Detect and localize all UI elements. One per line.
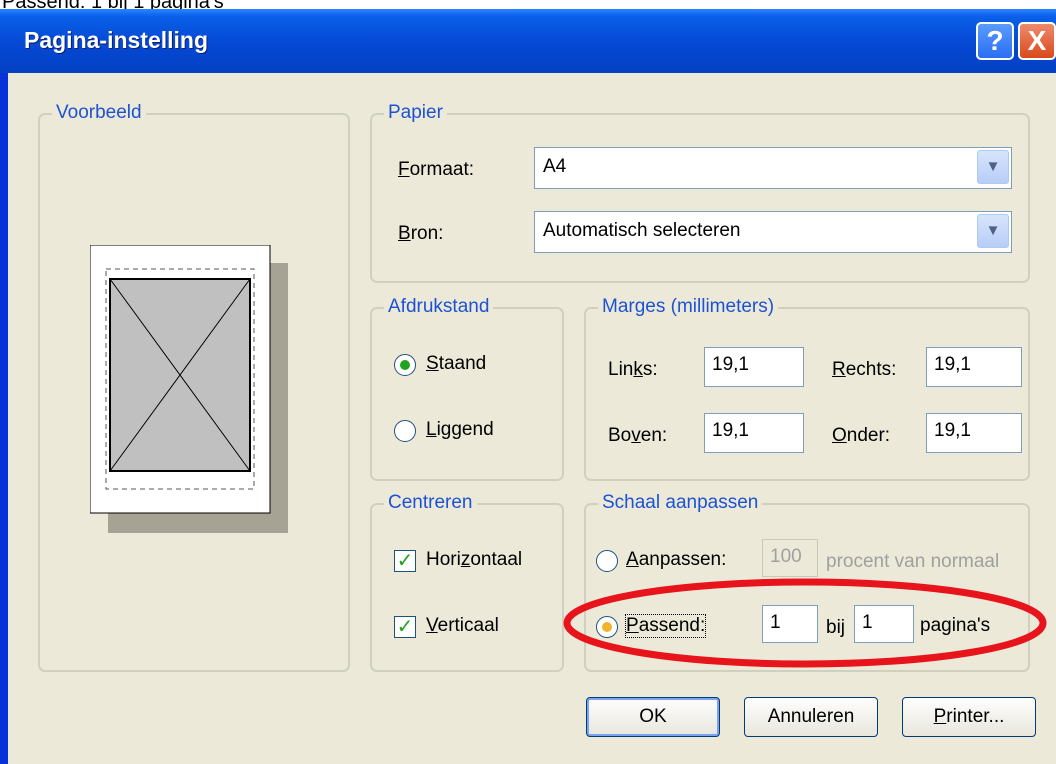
source-value: Automatisch selecteren bbox=[543, 220, 741, 241]
margin-bottom-label: Onder: bbox=[832, 425, 891, 446]
adjust-label[interactable]: Aanpassen: bbox=[626, 549, 726, 571]
center-group: Centreren ✓ Horizontaal ✓ Verticaal bbox=[370, 492, 564, 672]
preview-group: Voorbeeld bbox=[38, 102, 350, 672]
chevron-down-icon[interactable]: ▼ bbox=[977, 214, 1009, 248]
vertical-checkbox[interactable]: ✓ bbox=[394, 616, 416, 638]
margin-top-label: Boven: bbox=[608, 425, 668, 446]
horizontal-label[interactable]: Horizontaal bbox=[426, 549, 522, 571]
orientation-legend: Afdrukstand bbox=[384, 296, 494, 318]
portrait-label[interactable]: Staand bbox=[426, 353, 486, 375]
landscape-label[interactable]: Liggend bbox=[426, 419, 494, 441]
close-x-icon: X bbox=[1027, 25, 1047, 56]
dialog-title: Pagina-instelling bbox=[24, 27, 209, 53]
margin-top-input[interactable]: 19,1 bbox=[704, 413, 804, 453]
vertical-label[interactable]: Verticaal bbox=[426, 615, 499, 637]
margins-group: Marges (millimeters) Links: 19,1 Rechts:… bbox=[584, 296, 1030, 481]
title-bar[interactable]: Pagina-instelling ? X bbox=[0, 9, 1056, 73]
margin-left-input[interactable]: 19,1 bbox=[704, 347, 804, 387]
margin-bottom-input[interactable]: 19,1 bbox=[926, 413, 1022, 453]
scale-legend: Schaal aanpassen bbox=[598, 492, 763, 514]
adjust-radio[interactable] bbox=[596, 550, 618, 572]
adjust-suffix: procent van normaal bbox=[826, 551, 1000, 572]
printer-button[interactable]: Printer... bbox=[902, 697, 1036, 737]
preview-legend: Voorbeeld bbox=[52, 102, 146, 124]
question-icon: ? bbox=[986, 25, 1004, 56]
chevron-down-icon[interactable]: ▼ bbox=[977, 150, 1009, 184]
cancel-button[interactable]: Annuleren bbox=[744, 697, 878, 737]
margin-left-label: Links: bbox=[608, 359, 658, 380]
ok-button[interactable]: OK bbox=[586, 697, 720, 737]
adjust-percent-input[interactable]: 100 bbox=[762, 539, 818, 577]
source-select[interactable]: Automatisch selecteren ▼ bbox=[534, 211, 1012, 253]
source-label: Bron: bbox=[398, 223, 444, 244]
format-value: A4 bbox=[543, 156, 567, 177]
highlight-ellipse bbox=[563, 578, 1047, 668]
close-button[interactable]: X bbox=[1018, 22, 1056, 60]
format-label: Formaat: bbox=[398, 159, 475, 180]
margin-right-label: Rechts: bbox=[832, 359, 897, 380]
horizontal-checkbox[interactable]: ✓ bbox=[394, 550, 416, 572]
page-setup-dialog: Pagina-instelling ? X Voorbeeld Papier F… bbox=[0, 9, 1056, 764]
margins-legend: Marges (millimeters) bbox=[598, 296, 779, 318]
radio-selected-dot bbox=[400, 360, 410, 370]
format-select[interactable]: A4 ▼ bbox=[534, 147, 1012, 189]
portrait-radio[interactable] bbox=[394, 354, 416, 376]
dialog-body: Voorbeeld Papier Formaat: A4 ▼ Bron: Aut… bbox=[8, 73, 1056, 764]
orientation-group: Afdrukstand Staand Liggend bbox=[370, 296, 564, 481]
landscape-radio[interactable] bbox=[394, 420, 416, 442]
help-button[interactable]: ? bbox=[976, 22, 1014, 60]
paper-group: Papier Formaat: A4 ▼ Bron: Automatisch s… bbox=[370, 102, 1030, 283]
center-legend: Centreren bbox=[384, 492, 477, 514]
page-preview-image bbox=[90, 245, 288, 533]
margin-right-input[interactable]: 19,1 bbox=[926, 347, 1022, 387]
paper-legend: Papier bbox=[384, 102, 447, 124]
